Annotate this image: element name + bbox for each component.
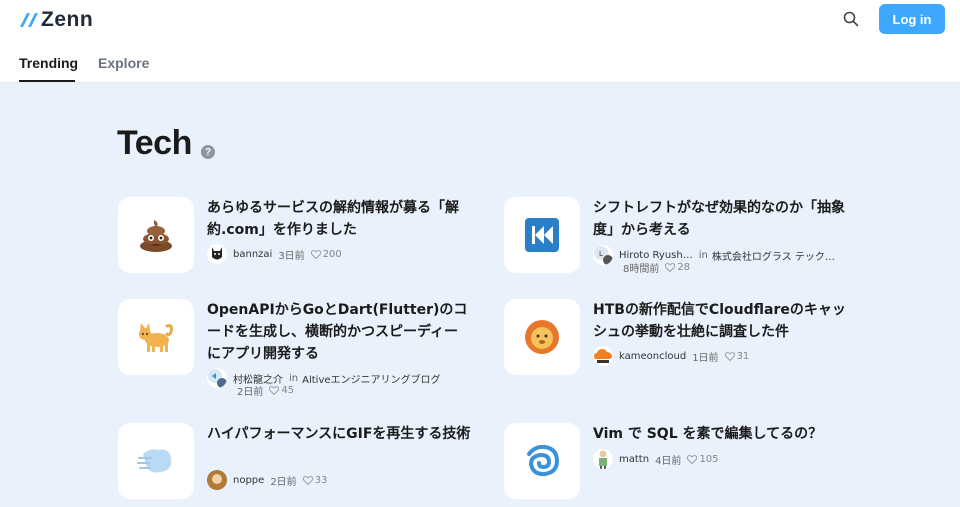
article-meta-secondary: 8時間前 28 (623, 260, 690, 275)
like-count-value: 200 (322, 248, 342, 260)
like-count-value: 33 (314, 474, 328, 486)
published-time: 2日前 (237, 387, 264, 398)
author-name[interactable]: kameoncloud (619, 351, 686, 362)
like-count: 45 (269, 385, 294, 396)
cyclone-icon (527, 444, 560, 477)
article-meta: kameoncloud 1日前 31 (593, 346, 749, 366)
article-title[interactable]: HTBの新作配信でCloudflareのキャッシュの挙動を壮絶に調査した件 (593, 299, 857, 343)
section-title: Tech (117, 124, 192, 162)
published-time: 4日前 (655, 455, 682, 467)
avatar[interactable] (593, 346, 613, 366)
in-label: in (698, 249, 708, 261)
article-title[interactable]: ハイパフォーマンスにGIFを再生する技術 (207, 423, 471, 445)
cat-icon (139, 323, 173, 352)
article-meta-secondary: 2日前 45 (237, 383, 294, 398)
like-count: 105 (687, 453, 719, 465)
wind-icon (137, 449, 172, 473)
tab-trending[interactable]: Trending (19, 55, 78, 71)
publication-name[interactable]: 株式会社ログラス テック… (712, 248, 835, 263)
avatar[interactable]: L (593, 245, 613, 265)
active-tab-indicator (19, 80, 75, 82)
heart-icon (310, 249, 321, 259)
zenn-logo-icon (20, 13, 38, 27)
help-icon[interactable]: ? (201, 145, 215, 159)
heart-icon (687, 454, 698, 464)
article-meta: bannzai 3日前 200 (207, 244, 342, 264)
article-emoji[interactable] (118, 197, 194, 273)
author-name[interactable]: Hiroto Ryush… (619, 250, 693, 261)
heart-icon (302, 475, 313, 485)
article-title[interactable]: シフトレフトがなぜ効果的なのか「抽象度」から考える (593, 197, 857, 241)
publication-name[interactable]: Altiveエンジニアリングブログ (302, 371, 440, 386)
svg-text:L: L (599, 250, 603, 258)
avatar[interactable] (207, 368, 227, 388)
lion-icon (525, 320, 559, 354)
heart-icon (724, 351, 735, 361)
like-count: 31 (724, 350, 750, 362)
article-title[interactable]: Vim で SQL を素で編集してるの？ (593, 423, 857, 445)
search-icon[interactable] (840, 8, 862, 30)
avatar[interactable] (593, 449, 613, 469)
article-emoji[interactable] (118, 299, 194, 375)
avatar[interactable] (207, 470, 227, 490)
published-time: 8時間前 (623, 264, 660, 275)
like-count: 200 (310, 248, 342, 260)
author-name[interactable]: mattn (619, 454, 649, 465)
article-title[interactable]: OpenAPIからGoとDart(Flutter)のコードを生成し、横断的かつス… (207, 299, 471, 365)
like-count-value: 28 (677, 262, 691, 273)
published-time: 1日前 (692, 352, 719, 364)
like-count-value: 31 (736, 350, 750, 362)
article-emoji[interactable] (504, 423, 580, 499)
author-name[interactable]: noppe (233, 475, 264, 486)
article-emoji[interactable] (504, 299, 580, 375)
like-count-value: 105 (699, 453, 719, 465)
article-meta: noppe 2日前 33 (207, 470, 327, 490)
published-time: 2日前 (270, 476, 297, 488)
heart-icon (269, 386, 280, 395)
author-name[interactable]: bannzai (233, 249, 272, 260)
login-button[interactable]: Log in (879, 4, 945, 34)
like-count: 28 (665, 262, 690, 273)
rewind-button-icon (525, 218, 559, 252)
article-emoji[interactable] (118, 423, 194, 499)
logo-text: Zenn (41, 8, 94, 31)
heart-icon (665, 263, 676, 272)
published-time: 3日前 (278, 250, 305, 262)
poop-icon (140, 220, 172, 252)
like-count-value: 45 (281, 385, 295, 396)
article-emoji[interactable] (504, 197, 580, 273)
tab-explore[interactable]: Explore (98, 55, 149, 71)
zenn-logo[interactable]: Zenn (20, 8, 93, 32)
in-label: in (289, 372, 299, 384)
site-header: Zenn Log in Trending Explore (0, 0, 960, 83)
article-meta: mattn 4日前 105 (593, 449, 719, 469)
article-title[interactable]: あらゆるサービスの解約情報が募る「解約.com」を作りました (207, 197, 471, 241)
avatar[interactable] (207, 244, 227, 264)
like-count: 33 (302, 474, 328, 486)
